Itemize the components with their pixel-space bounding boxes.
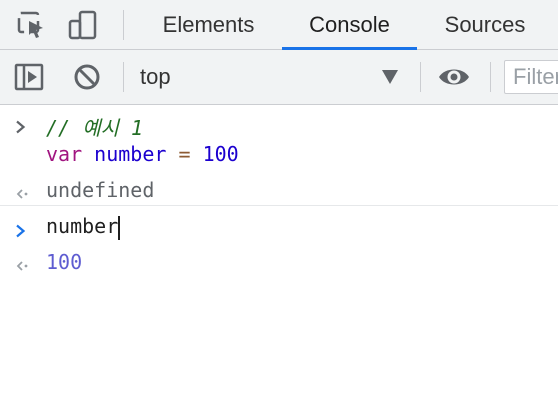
devtools-tabbar: Elements Console Sources (0, 0, 558, 50)
code-number: 100 (202, 142, 239, 166)
sidebar-toggle-icon[interactable] (12, 60, 46, 94)
code-line-comment: // 예시 1 (46, 115, 558, 141)
eye-icon[interactable] (437, 60, 471, 94)
toolbar-divider (490, 62, 491, 92)
clear-console-icon[interactable] (70, 60, 104, 94)
code-line-declaration: var number = 100 (46, 141, 558, 167)
context-selector[interactable]: top (140, 50, 402, 104)
code-comment: // 예시 1 (46, 116, 144, 140)
console-toolbar: top (0, 50, 558, 105)
toolbar-divider (420, 62, 421, 92)
chevron-down-icon (382, 70, 398, 84)
result-arrow-icon (14, 183, 30, 207)
tab-sources[interactable]: Sources (425, 0, 545, 49)
code-identifier: number (94, 142, 167, 166)
result-undefined: undefined (46, 178, 155, 202)
device-toolbar-icon[interactable] (66, 8, 100, 42)
console-result-message: undefined (0, 177, 558, 205)
console-result-message: 100 (0, 249, 558, 277)
prompt-text: number (46, 214, 119, 238)
result-arrow-icon (14, 255, 30, 279)
filter-input[interactable] (504, 60, 558, 94)
result-value: 100 (46, 250, 83, 274)
text-caret (118, 215, 121, 240)
input-chevron-icon (14, 115, 28, 139)
tab-console[interactable]: Console (282, 0, 417, 50)
console-input-message: // 예시 1 var number = 100 (0, 105, 558, 177)
tab-elements[interactable]: Elements (143, 0, 274, 49)
console-prompt[interactable]: number (0, 213, 558, 241)
prompt-line: number (46, 213, 558, 240)
toolbar-divider (123, 10, 124, 40)
code-operator: = (178, 142, 191, 166)
context-selector-label: top (140, 64, 171, 89)
inspect-element-icon[interactable] (14, 8, 48, 42)
code-keyword: var (46, 142, 83, 166)
console-output[interactable]: // 예시 1 var number = 100 undefined numbe… (0, 105, 558, 406)
message-divider (0, 205, 558, 206)
toolbar-divider (123, 62, 124, 92)
prompt-chevron-icon (14, 219, 28, 243)
